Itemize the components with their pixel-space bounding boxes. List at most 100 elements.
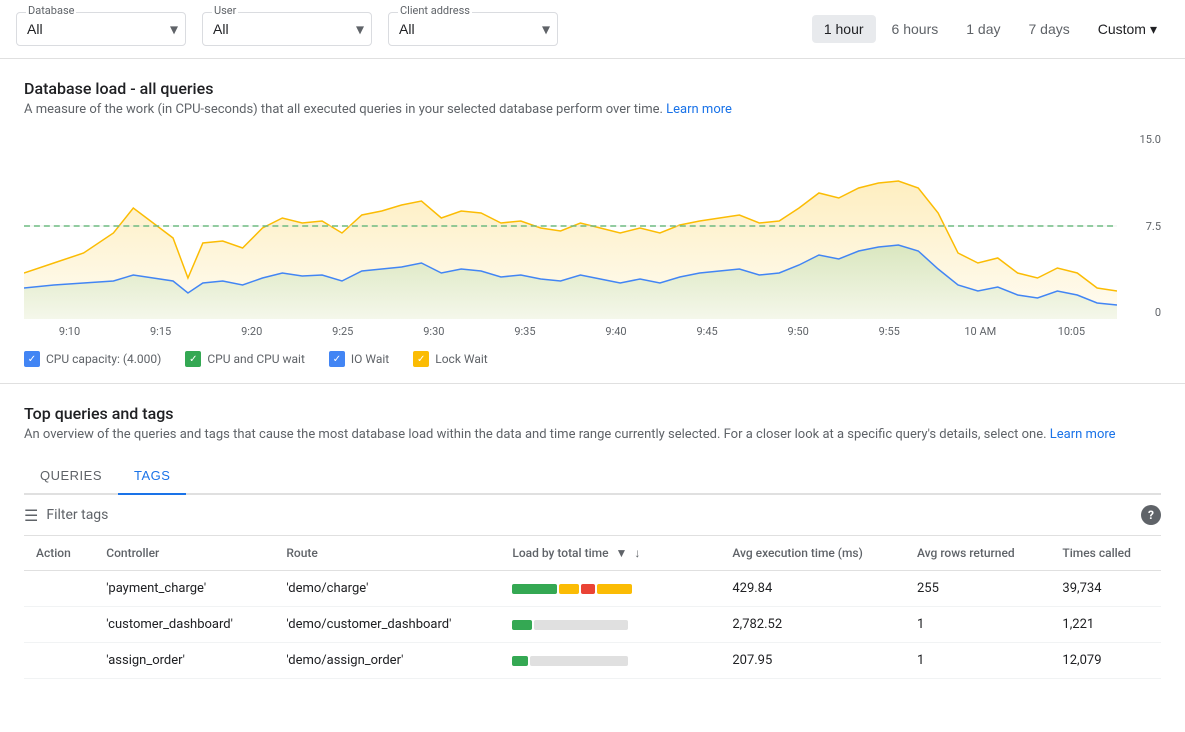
help-icon[interactable]: ? xyxy=(1141,505,1161,525)
chart-legend: ✓ CPU capacity: (4.000) ✓ CPU and CPU wa… xyxy=(24,351,1161,367)
filter-row: ☰ Filter tags ? xyxy=(24,495,1161,536)
legend-cpu-wait-icon: ✓ xyxy=(185,351,201,367)
load-segment-orange1 xyxy=(559,584,579,594)
x-label-8: 9:50 xyxy=(753,325,844,338)
cell-load xyxy=(500,607,720,643)
table-row[interactable]: 'payment_charge' 'demo/charge' 429.84 25… xyxy=(24,571,1161,607)
cell-avg-exec: 2,782.52 xyxy=(720,607,905,643)
time-1day-button[interactable]: 1 day xyxy=(954,15,1012,43)
chart-desc-text: A measure of the work (in CPU-seconds) t… xyxy=(24,102,663,117)
x-label-11: 10:05 xyxy=(1026,325,1117,338)
database-label: Database xyxy=(26,4,76,17)
tab-queries[interactable]: QUERIES xyxy=(24,458,118,493)
col-action: Action xyxy=(24,536,94,571)
col-controller: Controller xyxy=(94,536,274,571)
chart-svg xyxy=(24,133,1117,319)
cell-route: 'demo/charge' xyxy=(274,571,500,607)
x-label-10: 10 AM xyxy=(935,325,1026,338)
legend-lock-wait-icon: ✓ xyxy=(413,351,429,367)
legend-cpu-wait[interactable]: ✓ CPU and CPU wait xyxy=(185,351,305,367)
bottom-title: Top queries and tags xyxy=(24,404,1161,423)
bottom-section: Top queries and tags An overview of the … xyxy=(0,384,1185,679)
legend-cpu-wait-label: CPU and CPU wait xyxy=(207,352,305,366)
sort-icon: ▼ xyxy=(616,546,628,560)
user-select[interactable]: All xyxy=(202,12,372,46)
load-segment-gray xyxy=(530,656,628,666)
cell-controller: 'payment_charge' xyxy=(94,571,274,607)
client-select[interactable]: All xyxy=(388,12,558,46)
time-6hours-button[interactable]: 6 hours xyxy=(880,15,951,43)
col-avg-rows: Avg rows returned xyxy=(905,536,1050,571)
time-7days-button[interactable]: 7 days xyxy=(1016,15,1081,43)
cell-controller: 'assign_order' xyxy=(94,643,274,679)
legend-cpu-capacity-icon: ✓ xyxy=(24,351,40,367)
cell-times-called: 1,221 xyxy=(1050,607,1161,643)
load-bar xyxy=(512,620,672,630)
cell-action xyxy=(24,607,94,643)
load-bar xyxy=(512,656,672,666)
col-avg-exec: Avg execution time (ms) xyxy=(720,536,905,571)
cell-action xyxy=(24,643,94,679)
col-load[interactable]: Load by total time ▼ ↓ xyxy=(500,536,720,571)
x-label-4: 9:30 xyxy=(388,325,479,338)
y-max: 15.0 xyxy=(1140,133,1161,146)
cell-route: 'demo/assign_order' xyxy=(274,643,500,679)
user-label: User xyxy=(212,4,238,17)
cell-load xyxy=(500,571,720,607)
custom-arrow-icon: ▾ xyxy=(1150,21,1157,38)
x-label-2: 9:20 xyxy=(206,325,297,338)
tab-tags[interactable]: TAGS xyxy=(118,458,186,495)
table-row[interactable]: 'customer_dashboard' 'demo/customer_dash… xyxy=(24,607,1161,643)
time-range-group: 1 hour 6 hours 1 day 7 days Custom ▾ xyxy=(812,15,1169,44)
legend-lock-wait-label: Lock Wait xyxy=(435,352,487,366)
table-row[interactable]: 'assign_order' 'demo/assign_order' 207.9… xyxy=(24,643,1161,679)
x-label-0: 9:10 xyxy=(24,325,115,338)
load-segment-green xyxy=(512,620,532,630)
tabs-container: QUERIES TAGS xyxy=(24,458,1161,495)
load-segment-red xyxy=(581,584,595,594)
chart-title: Database load - all queries xyxy=(24,79,1161,98)
bottom-learn-more-link[interactable]: Learn more xyxy=(1050,427,1116,442)
y-mid: 7.5 xyxy=(1146,220,1161,233)
chart-x-axis: 9:10 9:15 9:20 9:25 9:30 9:35 9:40 9:45 … xyxy=(24,319,1117,343)
legend-cpu-capacity[interactable]: ✓ CPU capacity: (4.000) xyxy=(24,351,161,367)
time-custom-button[interactable]: Custom ▾ xyxy=(1086,15,1169,44)
col-times-called: Times called xyxy=(1050,536,1161,571)
time-1hour-button[interactable]: 1 hour xyxy=(812,15,876,43)
cell-times-called: 12,079 xyxy=(1050,643,1161,679)
legend-io-wait[interactable]: ✓ IO Wait xyxy=(329,351,389,367)
chart-area xyxy=(24,133,1117,319)
cell-action xyxy=(24,571,94,607)
client-label: Client address xyxy=(398,4,472,17)
chart-learn-more-link[interactable]: Learn more xyxy=(666,102,732,117)
filter-icon: ☰ xyxy=(24,506,38,525)
legend-lock-wait[interactable]: ✓ Lock Wait xyxy=(413,351,487,367)
database-filter: Database All ▾ xyxy=(16,12,186,46)
cell-avg-exec: 207.95 xyxy=(720,643,905,679)
x-label-3: 9:25 xyxy=(297,325,388,338)
x-label-5: 9:35 xyxy=(479,325,570,338)
col-route: Route xyxy=(274,536,500,571)
cell-avg-rows: 1 xyxy=(905,607,1050,643)
chart-description: A measure of the work (in CPU-seconds) t… xyxy=(24,102,1161,117)
x-label-7: 9:45 xyxy=(662,325,753,338)
load-bar xyxy=(512,584,672,594)
legend-io-wait-label: IO Wait xyxy=(351,352,389,366)
load-segment-gray xyxy=(534,620,628,630)
bottom-desc: An overview of the queries and tags that… xyxy=(24,427,1161,442)
cell-avg-exec: 429.84 xyxy=(720,571,905,607)
cell-controller: 'customer_dashboard' xyxy=(94,607,274,643)
database-select[interactable]: All xyxy=(16,12,186,46)
chart-container: 15.0 7.5 0 9:10 9:15 9:20 9:25 9:30 9:35… xyxy=(24,133,1161,343)
chart-y-axis: 15.0 7.5 0 xyxy=(1121,133,1161,319)
filter-tags-label: Filter tags xyxy=(46,507,108,523)
cell-avg-rows: 1 xyxy=(905,643,1050,679)
cell-load xyxy=(500,643,720,679)
x-label-9: 9:55 xyxy=(844,325,935,338)
user-filter: User All ▾ xyxy=(202,12,372,46)
data-table: Action Controller Route Load by total ti… xyxy=(24,536,1161,679)
sort-down-icon: ↓ xyxy=(634,546,640,560)
cell-times-called: 39,734 xyxy=(1050,571,1161,607)
custom-label: Custom xyxy=(1098,21,1146,37)
x-label-1: 9:15 xyxy=(115,325,206,338)
